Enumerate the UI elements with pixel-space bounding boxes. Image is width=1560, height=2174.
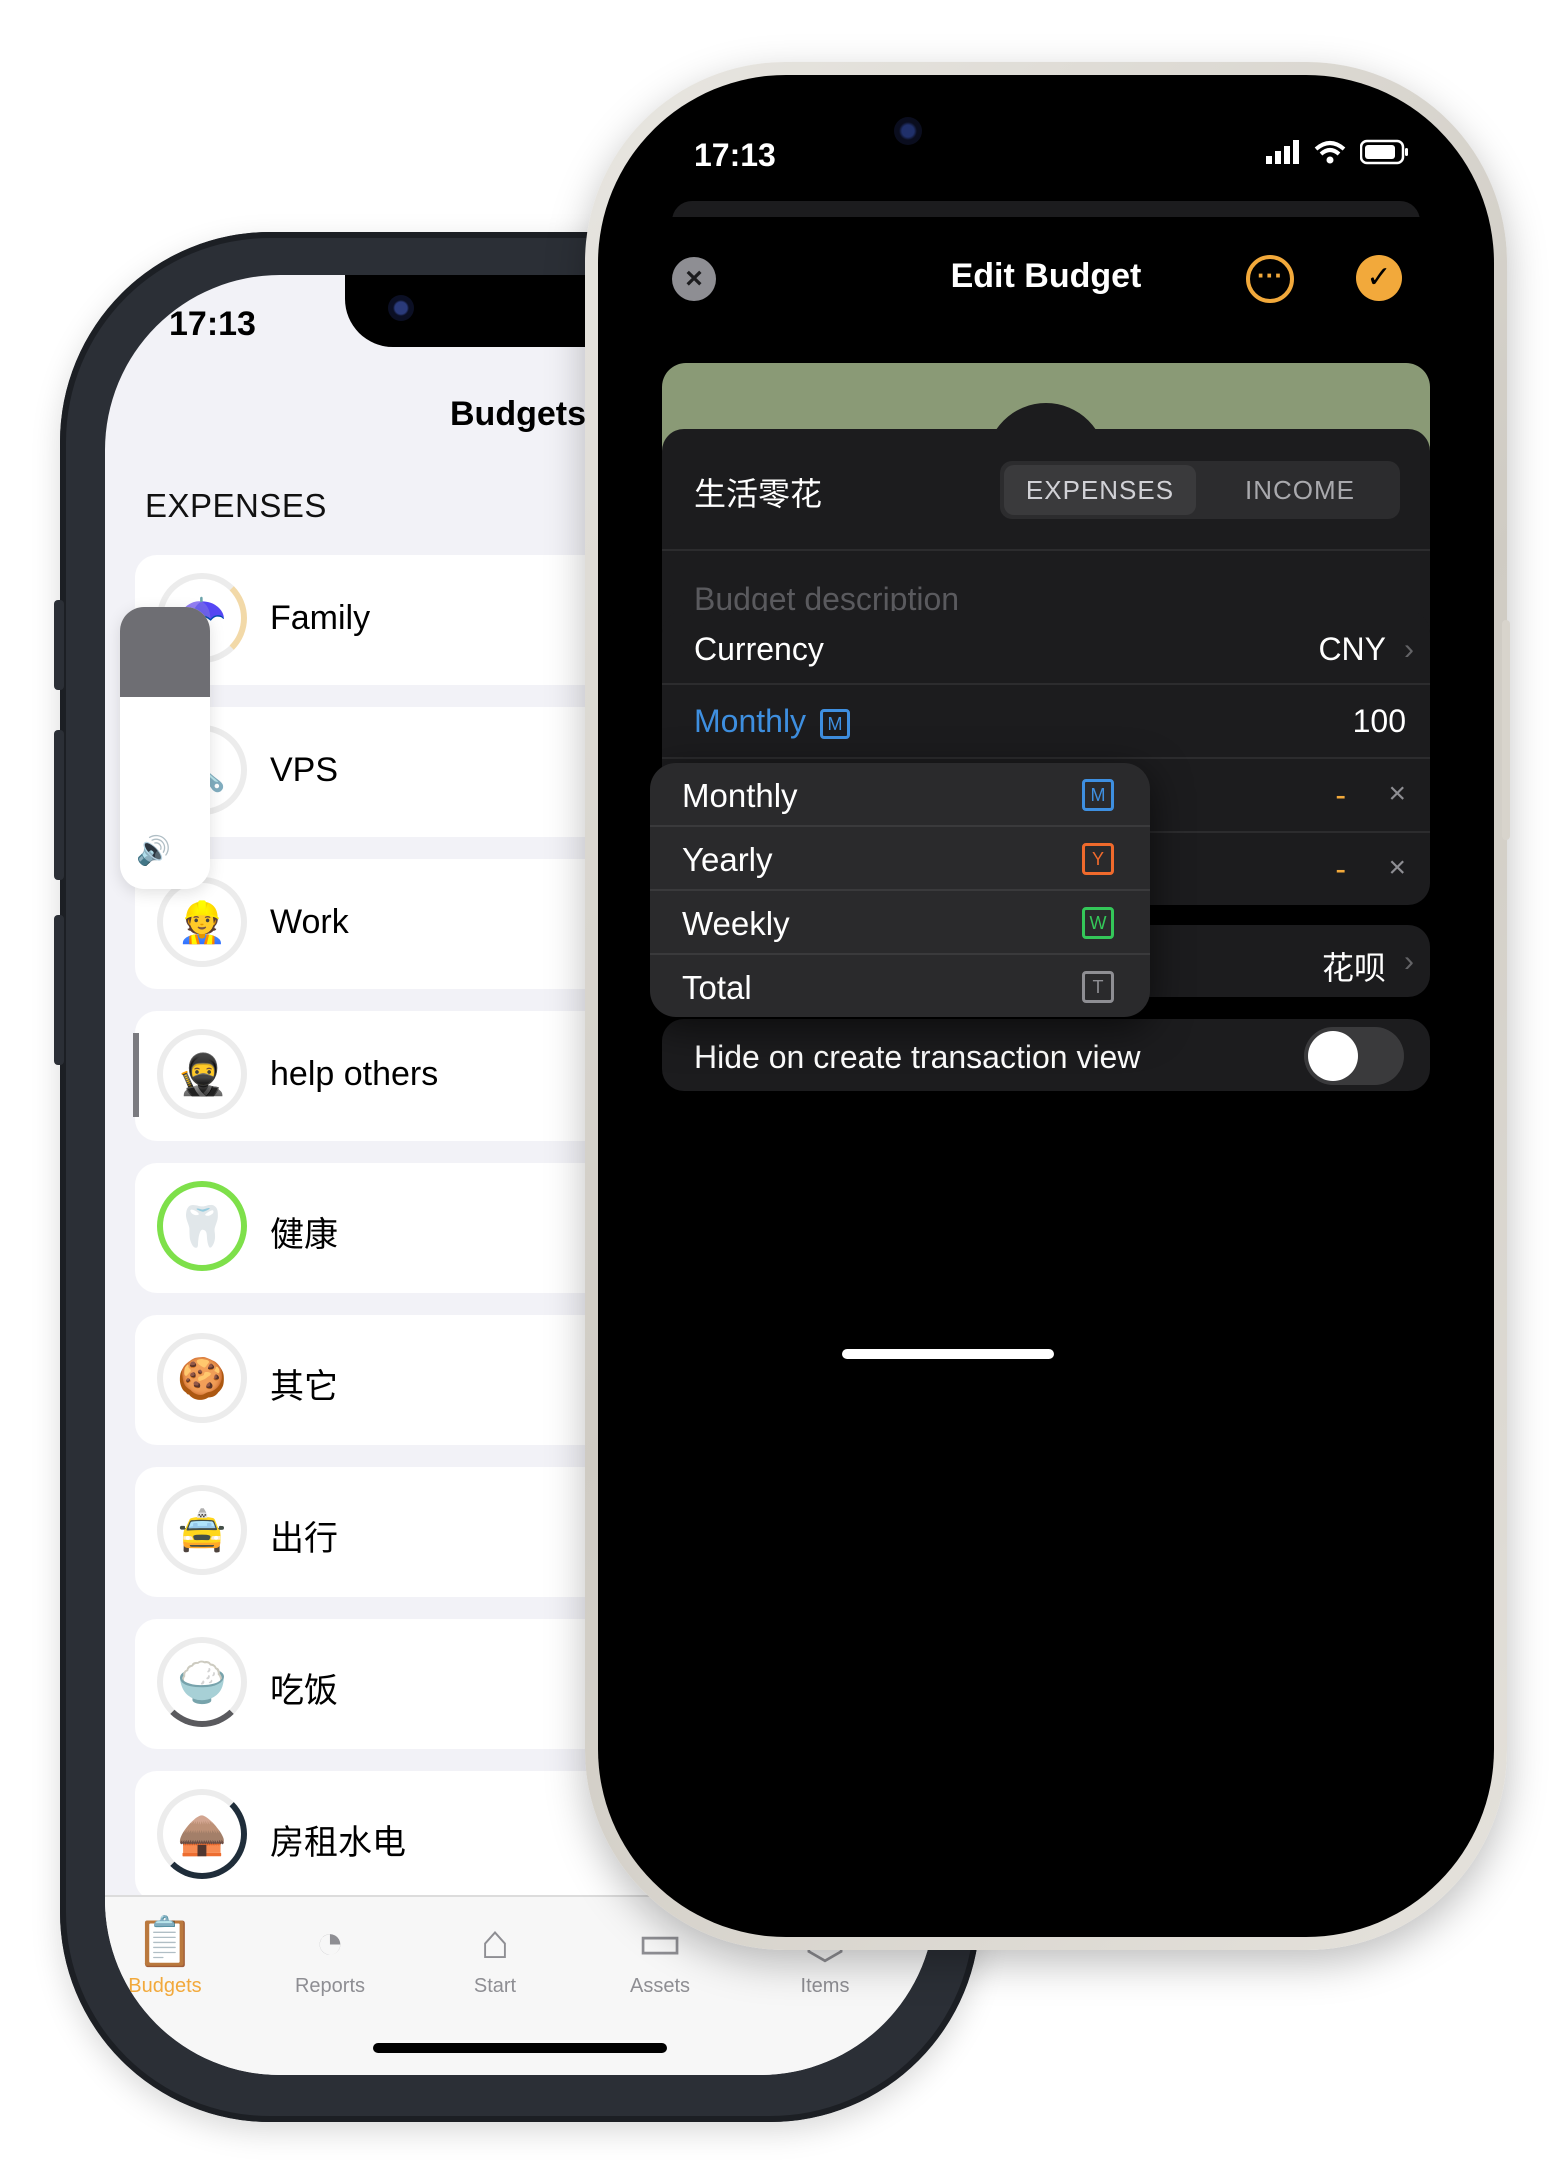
hut-icon: 🛖 (157, 1789, 247, 1879)
budget-label: VPS (270, 751, 339, 789)
budget-label: Family (270, 599, 371, 637)
house-icon: ⌂ (480, 1916, 510, 1969)
volume-level (120, 607, 210, 697)
volume-hud: 🔊 (120, 607, 210, 889)
tooth-icon: 🦷 (157, 1181, 247, 1271)
weekly-key-icon: W (1082, 907, 1114, 939)
side-button (54, 600, 64, 690)
segment-expenses[interactable]: EXPENSES (1004, 465, 1196, 515)
page-title: Edit Budget (950, 257, 1142, 295)
home-indicator (373, 2043, 667, 2053)
period-row[interactable]: Monthly M 100 (662, 685, 1430, 759)
taxi-icon: 🚖 (157, 1485, 247, 1575)
chevron-right-icon: › (1404, 633, 1414, 666)
total-key-icon: T (1082, 971, 1114, 1003)
currency-value: CNY (1318, 631, 1386, 667)
tab-reports[interactable]: ◔ Reports (270, 1915, 390, 1998)
tab-start[interactable]: ⌂ Start (435, 1915, 555, 1998)
menu-item-label: Yearly (682, 841, 773, 878)
period-label[interactable]: Monthly M (694, 703, 851, 740)
done-button[interactable]: ✓ (1356, 255, 1402, 301)
page-title: Budgets (450, 395, 586, 433)
end-date-value[interactable]: - (1335, 851, 1346, 888)
rice-bowl-icon: 🍚 (157, 1637, 247, 1727)
side-button (54, 730, 64, 880)
account-value: 花呗 (1321, 950, 1386, 986)
budget-label: help others (270, 1055, 439, 1093)
section-header: EXPENSES (145, 487, 327, 524)
name-row[interactable]: 生活零花 EXPENSES INCOME (662, 429, 1430, 551)
start-date-value[interactable]: - (1335, 777, 1346, 814)
cookie-icon: 🍪 (157, 1333, 247, 1423)
camera-icon (388, 295, 414, 321)
tab-label: Assets (629, 1975, 691, 1997)
period-menu: Monthly M Yearly Y Weekly W Total T (650, 763, 1150, 1017)
period-key-badge: M (820, 708, 851, 739)
ellipsis-icon: ··· (1257, 260, 1283, 290)
edit-budget-screen: 17:13 × Edit Budget ··· ✓ ☂️ 生活零花 (612, 89, 1480, 1923)
selection-marker (133, 1033, 139, 1117)
camera-icon (894, 117, 922, 145)
side-button (1502, 620, 1510, 840)
tab-label: Reports (294, 1975, 366, 1997)
clear-icon[interactable]: × (1388, 851, 1406, 885)
currency-row[interactable]: Currency CNY › (662, 611, 1430, 685)
more-button[interactable]: ··· (1246, 255, 1294, 303)
budget-name[interactable]: 生活零花 (694, 469, 822, 515)
wifi-icon (1314, 141, 1346, 164)
ninja-icon: 🥷 (157, 1029, 247, 1119)
budget-label: 健康 (270, 1216, 338, 1254)
signal-icon (1266, 140, 1299, 164)
toggle-knob (1308, 1031, 1358, 1081)
type-segmented-control: EXPENSES INCOME (1000, 461, 1400, 519)
hide-toggle[interactable] (1304, 1027, 1404, 1085)
monthly-key-icon: M (1082, 779, 1114, 811)
currency-label: Currency (694, 631, 824, 667)
budget-label: 其它 (270, 1368, 338, 1406)
amount-value[interactable]: 100 (1353, 703, 1406, 740)
menu-item-monthly[interactable]: Monthly M (650, 763, 1150, 827)
menu-item-total[interactable]: Total T (650, 955, 1150, 1017)
pie-chart-icon: ◔ (315, 1916, 345, 1969)
segment-income[interactable]: INCOME (1204, 465, 1396, 515)
yearly-key-icon: Y (1082, 843, 1114, 875)
budget-label: 吃饭 (270, 1672, 338, 1710)
hide-row: Hide on create transaction view (662, 1019, 1430, 1091)
tab-label: Budgets (128, 1975, 202, 1997)
budgets-icon: 📋 (135, 1916, 195, 1969)
tab-label: Start (473, 1975, 517, 1997)
menu-item-label: Monthly (682, 777, 798, 814)
budget-label: 房租水电 (270, 1824, 406, 1862)
period-text: Monthly (694, 703, 807, 739)
chevron-right-icon: › (1404, 945, 1414, 978)
worker-icon: 👷 (157, 877, 247, 967)
visibility-card: Hide on create transaction view (662, 1019, 1430, 1091)
menu-item-weekly[interactable]: Weekly W (650, 891, 1150, 955)
status-time: 17:13 (694, 137, 776, 173)
status-icons (1266, 139, 1410, 165)
menu-item-yearly[interactable]: Yearly Y (650, 827, 1150, 891)
home-indicator (842, 1349, 1054, 1359)
hide-label: Hide on create transaction view (694, 1039, 1141, 1075)
checkmark-icon: ✓ (1366, 261, 1392, 294)
clear-icon[interactable]: × (1388, 777, 1406, 811)
menu-item-label: Weekly (682, 905, 790, 942)
status-time: 17:13 (169, 305, 256, 343)
tab-budgets[interactable]: 📋 Budgets (105, 1915, 225, 1998)
tab-label: Items (800, 1975, 850, 1997)
battery-icon (1360, 139, 1408, 165)
side-button (54, 915, 64, 1065)
budget-label: 出行 (270, 1520, 338, 1558)
budget-label: Work (270, 903, 349, 941)
menu-item-label: Total (682, 969, 752, 1006)
speaker-icon: 🔊 (136, 835, 171, 866)
